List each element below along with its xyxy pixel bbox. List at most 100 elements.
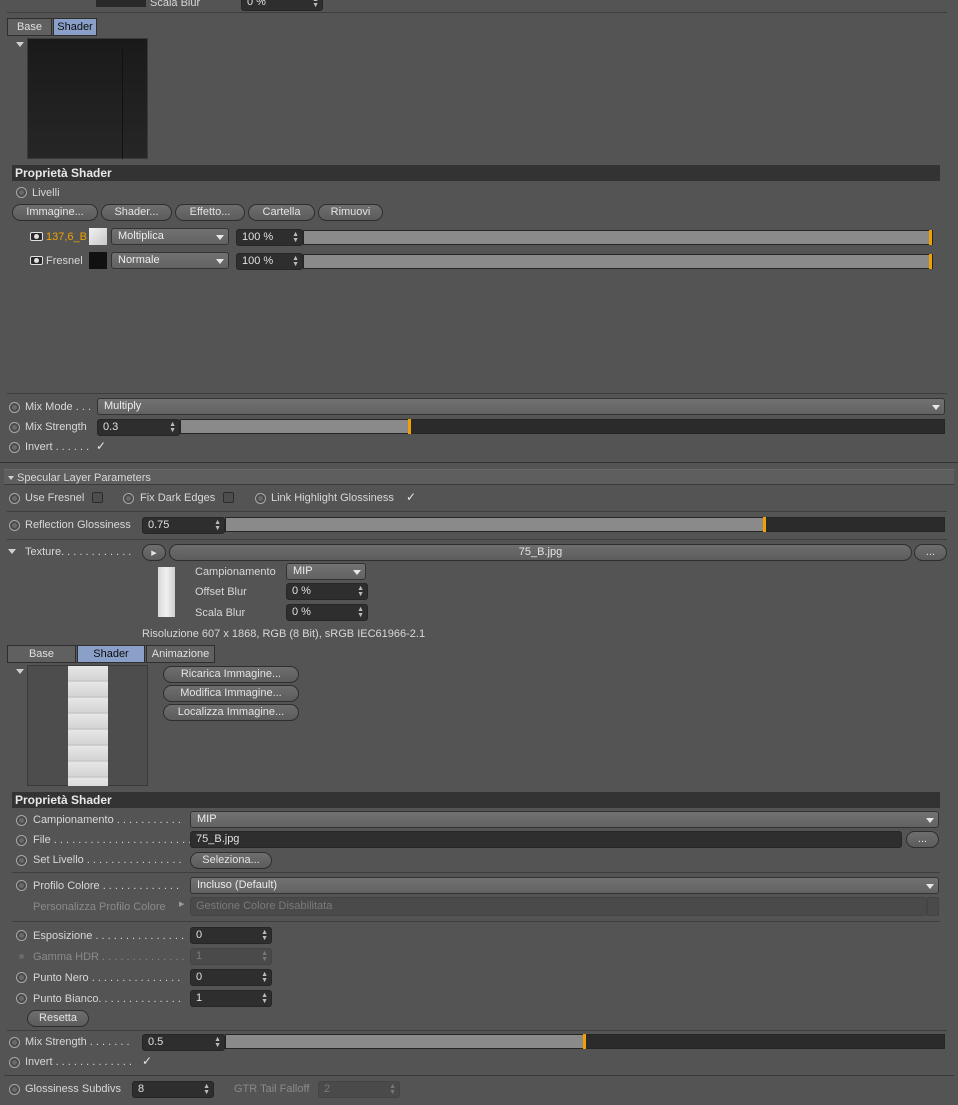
reflection-glossiness-field[interactable]: 0.75 ▲ ▼ <box>142 517 225 534</box>
punto-bianco-radio[interactable] <box>16 993 27 1004</box>
mix-mode-dropdown[interactable]: Multiply <box>97 398 945 415</box>
slider-handle[interactable] <box>929 254 932 269</box>
slider-handle[interactable] <box>583 1034 586 1049</box>
gtr-tail-falloff-field: 2 ▲ ▼ <box>318 1081 400 1098</box>
spinner-icon[interactable]: ▲▼ <box>203 1083 210 1096</box>
reflection-glossiness-label: Reflection Glossiness <box>25 519 131 531</box>
slider-handle[interactable] <box>929 230 932 245</box>
texture-collapse-triangle-icon[interactable] <box>8 549 16 554</box>
spec-campionamento-label: Campionamento <box>195 566 276 578</box>
invert-radio[interactable] <box>9 1057 20 1068</box>
spinner-icon[interactable]: ▲▼ <box>292 231 299 244</box>
personalizza-profilo-label: Personalizza Profilo Colore <box>33 901 166 913</box>
mix-strength-radio[interactable] <box>9 1037 20 1048</box>
livelli-radio[interactable] <box>16 187 27 198</box>
layer-preview-image <box>27 38 148 159</box>
fix-dark-edges-checkbox[interactable] <box>223 492 234 503</box>
layer-opacity-slider[interactable] <box>303 254 933 269</box>
offset-blur-field[interactable]: 0 % ▲ ▼ <box>286 583 368 600</box>
layer-opacity-field[interactable]: 100 % ▲ ▼ <box>236 253 303 270</box>
invert-radio[interactable] <box>9 442 20 453</box>
eye-icon[interactable] <box>30 232 43 241</box>
slider-handle[interactable] <box>408 419 411 434</box>
mix-strength-field[interactable]: 0.3 ▲ ▼ <box>97 419 180 436</box>
mix-strength-radio[interactable] <box>9 422 20 433</box>
mix-strength-slider[interactable] <box>180 419 945 434</box>
layer-mode-dropdown[interactable]: Moltiplica <box>111 228 229 245</box>
texture-more-button[interactable]: ... <box>914 544 947 561</box>
tab-animazione[interactable]: Animazione <box>146 645 215 663</box>
glossiness-subdivs-radio[interactable] <box>9 1084 20 1095</box>
set-livello-radio[interactable] <box>16 855 27 866</box>
glossiness-subdivs-field[interactable]: 8 ▲ ▼ <box>132 1081 214 1098</box>
localizza-immagine-button[interactable]: Localizza Immagine... <box>163 704 299 721</box>
spinner-icon[interactable]: ▲▼ <box>261 992 268 1005</box>
punto-nero-radio[interactable] <box>16 972 27 983</box>
resetta-button[interactable]: Resetta <box>27 1010 89 1027</box>
layer-mode-dropdown[interactable]: Normale <box>111 252 229 269</box>
spinner-icon[interactable]: ▲▼ <box>357 606 364 619</box>
mix-strength-slider[interactable] <box>225 1034 945 1049</box>
layer-opacity-slider[interactable] <box>303 230 933 245</box>
tab-base[interactable]: Base <box>7 645 76 663</box>
slider-handle[interactable] <box>763 517 766 532</box>
ricarica-immagine-button[interactable]: Ricarica Immagine... <box>163 666 299 683</box>
eye-icon[interactable] <box>30 256 43 265</box>
layer-opacity-field[interactable]: 100 % ▲ ▼ <box>236 229 303 246</box>
layer-name[interactable]: 137,6_B <box>46 230 87 244</box>
spinner-icon[interactable]: ▲▼ <box>214 519 221 532</box>
esposizione-field[interactable]: 0 ▲ ▼ <box>190 927 272 944</box>
spinner-icon[interactable]: ▲▼ <box>261 929 268 942</box>
invert-checkmark-icon[interactable]: ✓ <box>96 440 106 452</box>
seleziona-button[interactable]: Seleziona... <box>190 852 272 869</box>
cartella-button[interactable]: Cartella <box>248 204 315 221</box>
expand-triangle-icon[interactable] <box>8 476 14 480</box>
chevron-down-icon <box>216 235 224 240</box>
scala-blur-field[interactable]: 0 % ▲ ▼ <box>286 604 368 621</box>
reflection-glossiness-slider[interactable] <box>225 517 945 532</box>
shader-button[interactable]: Shader... <box>101 204 172 221</box>
link-highlight-radio[interactable] <box>255 493 266 504</box>
top-scala-blur-field[interactable]: 0 % ▲▼ <box>241 0 323 11</box>
texture-play-button[interactable]: ▶ <box>142 544 166 561</box>
profilo-colore-radio[interactable] <box>16 880 27 891</box>
spinner-icon[interactable]: ▲▼ <box>214 1036 221 1049</box>
link-highlight-checkmark-icon[interactable]: ✓ <box>406 491 416 503</box>
mix-strength-field[interactable]: 0.5 ▲ ▼ <box>142 1034 225 1051</box>
invert-checkmark-icon[interactable]: ✓ <box>142 1055 152 1067</box>
spinner-icon[interactable]: ▲▼ <box>292 255 299 268</box>
file-field[interactable]: 75_B.jpg <box>190 831 902 848</box>
punto-bianco-field[interactable]: 1 ▲ ▼ <box>190 990 272 1007</box>
tab-shader[interactable]: Shader <box>53 18 97 36</box>
tab-shader[interactable]: Shader <box>77 645 145 663</box>
layer-name[interactable]: Fresnel <box>46 254 83 268</box>
effetto-button[interactable]: Effetto... <box>175 204 245 221</box>
esposizione-radio[interactable] <box>16 930 27 941</box>
file-more-button[interactable]: ... <box>906 831 939 848</box>
specular-header: Specular Layer Parameters <box>17 472 151 484</box>
profilo-colore-dropdown[interactable]: Incluso (Default) <box>190 877 939 894</box>
spinner-icon[interactable]: ▲▼ <box>261 971 268 984</box>
reflection-glossiness-radio[interactable] <box>9 520 20 531</box>
campionamento-radio[interactable] <box>16 815 27 826</box>
play-icon: ▶ <box>151 550 157 557</box>
spinner-icon[interactable]: ▲▼ <box>357 585 364 598</box>
tab-base[interactable]: Base <box>7 18 52 36</box>
modifica-immagine-button[interactable]: Modifica Immagine... <box>163 685 299 702</box>
use-fresnel-checkbox[interactable] <box>92 492 103 503</box>
collapse-triangle-icon[interactable] <box>16 669 24 674</box>
spinner-icon[interactable]: ▲▼ <box>312 0 319 9</box>
punto-nero-field[interactable]: 0 ▲ ▼ <box>190 969 272 986</box>
immagine-button[interactable]: Immagine... <box>12 204 98 221</box>
spec-campionamento-dropdown[interactable]: MIP <box>286 563 366 580</box>
mix-mode-radio[interactable] <box>9 402 20 413</box>
collapse-triangle-icon[interactable] <box>16 42 24 47</box>
fix-dark-edges-radio[interactable] <box>123 493 134 504</box>
file-radio[interactable] <box>16 835 27 846</box>
rimuovi-button[interactable]: Rimuovi <box>318 204 383 221</box>
spec-campionamento-value: MIP <box>293 565 313 577</box>
texture-file-button[interactable]: 75_B.jpg <box>169 544 912 561</box>
use-fresnel-radio[interactable] <box>9 493 20 504</box>
campionamento-dropdown[interactable]: MIP <box>190 811 939 828</box>
spinner-icon[interactable]: ▲▼ <box>169 421 176 434</box>
